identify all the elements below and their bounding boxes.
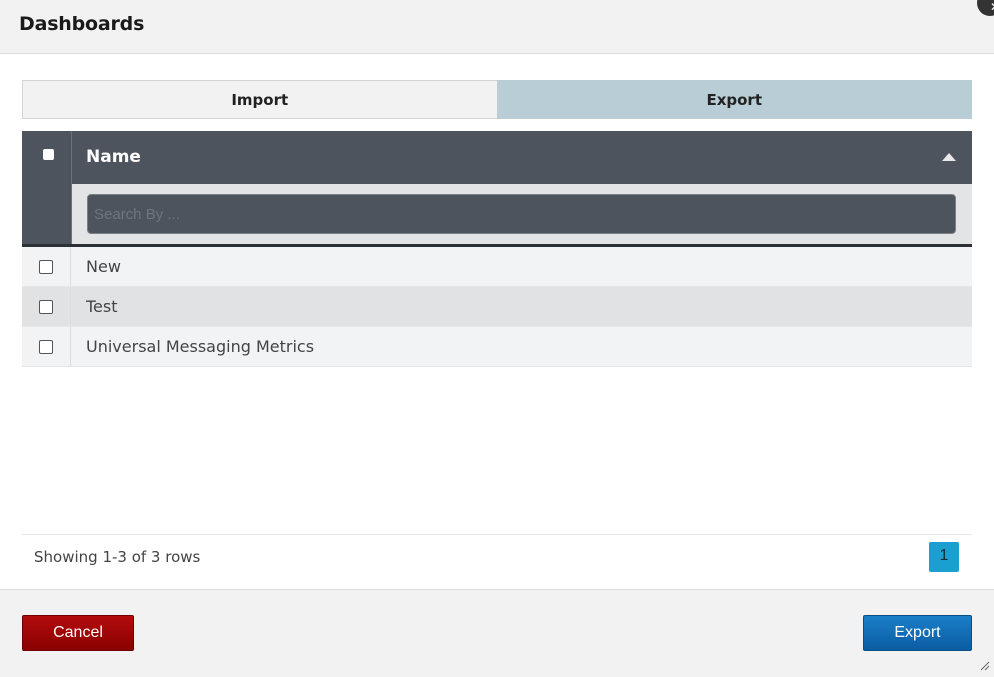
select-all-checkbox[interactable] — [43, 149, 54, 160]
dialog-header: Dashboards — [0, 0, 994, 54]
close-icon: ✕ — [990, 0, 994, 14]
tab-export[interactable]: Export — [496, 80, 972, 119]
sort-ascending-icon[interactable] — [942, 153, 956, 161]
column-header-name[interactable]: Name — [86, 147, 141, 167]
row-name[interactable]: Test — [71, 297, 118, 316]
row-checkbox[interactable] — [39, 259, 53, 274]
row-select-cell — [22, 287, 71, 326]
export-button[interactable]: Export — [863, 615, 972, 651]
select-column-header — [22, 131, 72, 244]
row-checkbox[interactable] — [39, 339, 53, 354]
dialog-title: Dashboards — [19, 13, 145, 35]
page-button-1[interactable]: 1 — [929, 542, 959, 572]
row-name[interactable]: New — [71, 257, 121, 276]
grid-header: Name — [22, 131, 972, 247]
rows-count-text: Showing 1-3 of 3 rows — [34, 548, 201, 566]
pagination-bar: Showing 1-3 of 3 rows 1 — [22, 534, 972, 579]
row-checkbox[interactable] — [39, 299, 53, 314]
filter-row — [72, 184, 972, 244]
tab-bar: Import Export — [22, 80, 972, 119]
resize-grip-icon[interactable] — [980, 661, 990, 671]
table-row[interactable]: Universal Messaging Metrics — [22, 327, 972, 367]
row-name[interactable]: Universal Messaging Metrics — [71, 337, 314, 356]
tab-import[interactable]: Import — [22, 80, 497, 119]
row-select-cell — [22, 247, 71, 286]
search-input[interactable] — [87, 194, 956, 234]
cancel-button[interactable]: Cancel — [22, 615, 134, 651]
grid-body: New Test Universal Messaging Metrics — [22, 247, 972, 367]
row-select-cell — [22, 327, 71, 366]
table-row[interactable]: Test — [22, 287, 972, 327]
dialog-footer: Cancel Export — [0, 589, 994, 677]
table-row[interactable]: New — [22, 247, 972, 287]
